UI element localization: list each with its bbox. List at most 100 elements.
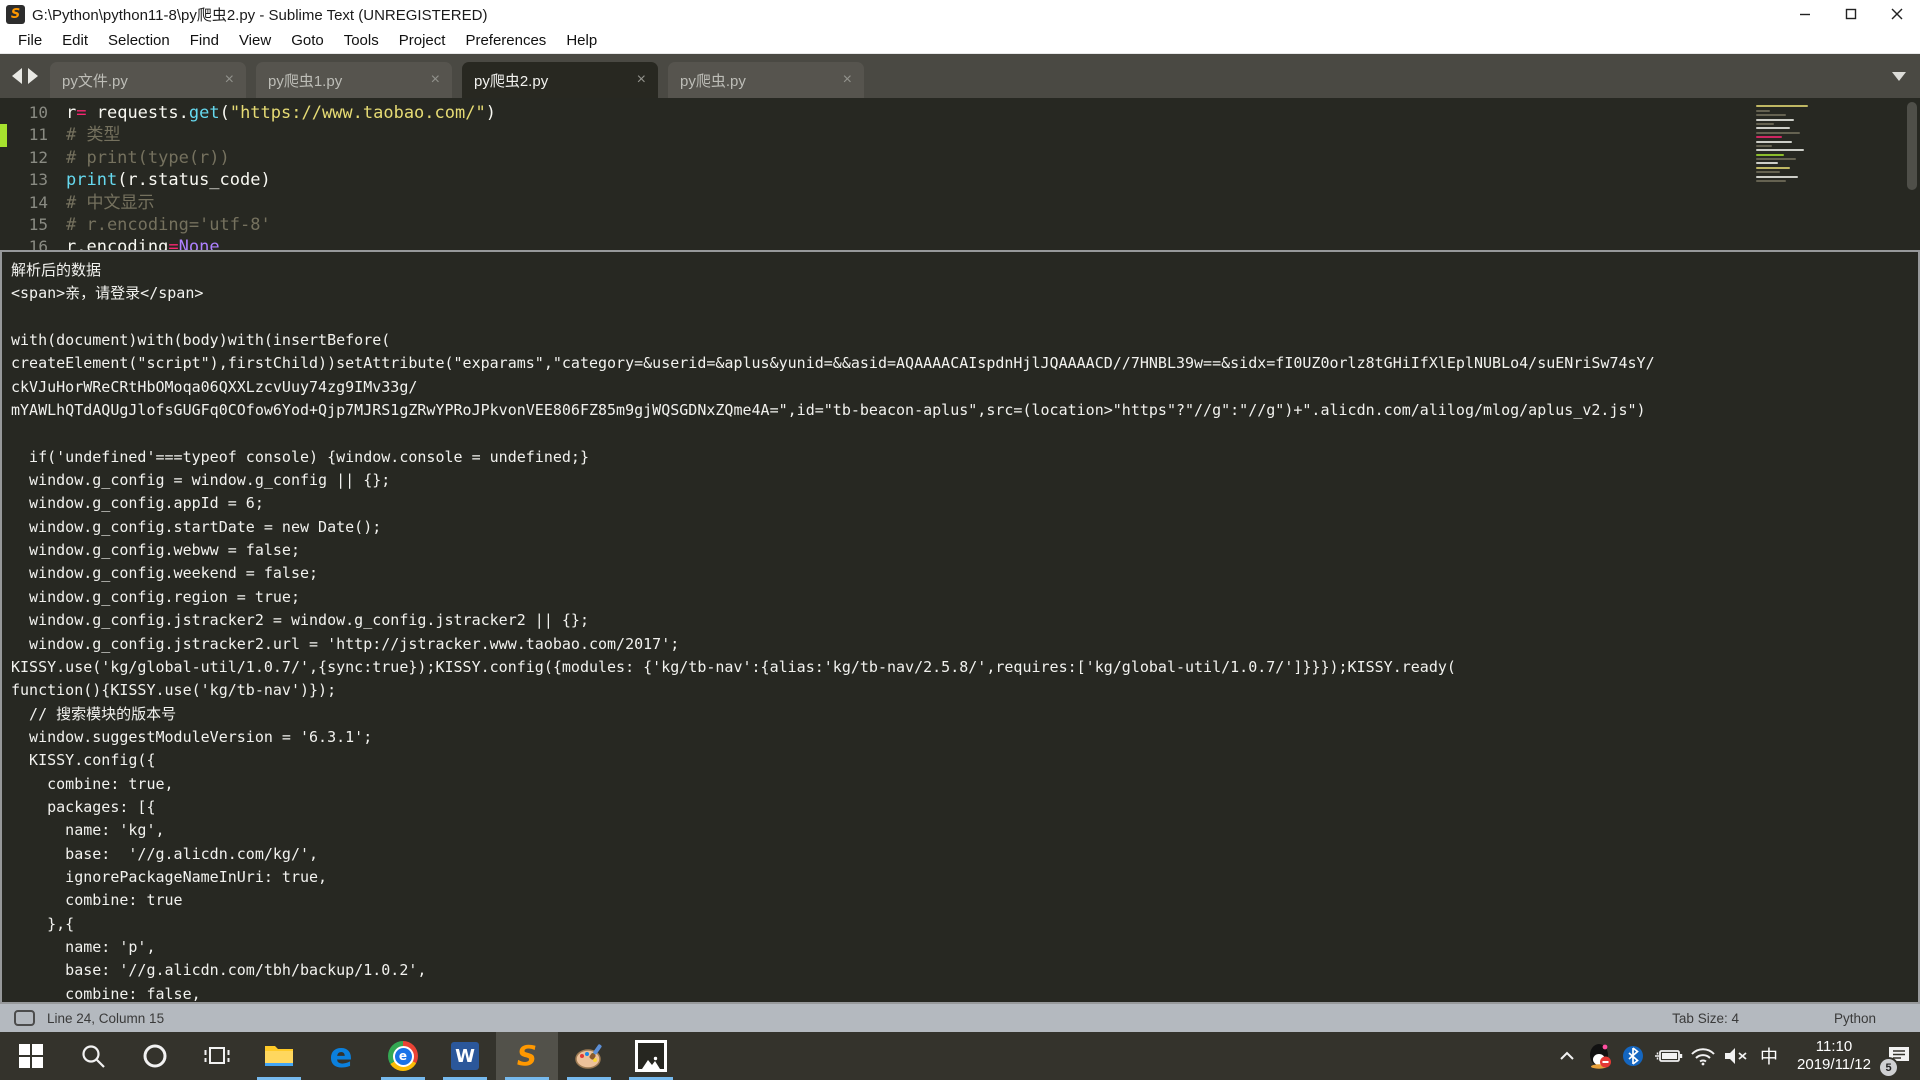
syntax-indicator[interactable]: Python xyxy=(1834,1011,1876,1026)
menu-item-tools[interactable]: Tools xyxy=(334,32,389,49)
code-line-13[interactable]: 13print(r.status_code) xyxy=(0,169,1920,191)
output-line xyxy=(11,306,1918,329)
edge-taskbar-button[interactable]: e xyxy=(310,1032,372,1080)
menu-item-help[interactable]: Help xyxy=(556,32,607,49)
menu-item-goto[interactable]: Goto xyxy=(281,32,334,49)
browser-taskbar-button[interactable]: e xyxy=(372,1032,434,1080)
output-line: ignorePackageNameInUri: true, xyxy=(11,866,1918,889)
output-line: ckVJuHorWReCRtHbOMoqa06QXXLzcvUuy74zg9IM… xyxy=(11,376,1918,399)
output-line: // 搜索模块的版本号 xyxy=(11,703,1918,726)
task-view-taskbar-button[interactable] xyxy=(186,1032,248,1080)
menu-bar: FileEditSelectionFindViewGotoToolsProjec… xyxy=(0,28,1920,54)
menu-item-preferences[interactable]: Preferences xyxy=(455,32,556,49)
tab-close-icon[interactable]: × xyxy=(431,71,440,89)
output-line: 解析后的数据 xyxy=(11,259,1918,282)
prev-tab-icon[interactable] xyxy=(12,68,22,84)
code-line-16[interactable]: 16r.encoding=None xyxy=(0,236,1920,250)
tab-nav-arrows xyxy=(0,68,50,84)
tray-expand-icon[interactable] xyxy=(1554,1036,1580,1076)
file-explorer-taskbar-button[interactable] xyxy=(248,1032,310,1080)
clock-time: 11:10 xyxy=(1816,1038,1852,1056)
menu-item-view[interactable]: View xyxy=(229,32,281,49)
code-line-15[interactable]: 15# r.encoding='utf-8' xyxy=(0,214,1920,236)
paint-icon xyxy=(574,1042,604,1070)
output-line: },{ xyxy=(11,913,1918,936)
start-taskbar-button[interactable] xyxy=(0,1032,62,1080)
minimap[interactable] xyxy=(1756,103,1822,184)
code-line-12[interactable]: 12# print(type(r)) xyxy=(0,147,1920,169)
volume-muted-icon[interactable] xyxy=(1723,1036,1749,1076)
output-line: createElement("script"),firstChild))setA… xyxy=(11,352,1918,375)
menu-item-selection[interactable]: Selection xyxy=(98,32,180,49)
tab-3[interactable]: py爬虫.py× xyxy=(668,62,864,98)
paint-taskbar-button[interactable] xyxy=(558,1032,620,1080)
cortana-taskbar-button[interactable] xyxy=(124,1032,186,1080)
notification-badge: 5 xyxy=(1878,1057,1899,1078)
editor-scrollbar[interactable] xyxy=(1907,102,1917,190)
output-line: with(document)with(body)with(insertBefor… xyxy=(11,329,1918,352)
system-tray: 中 11:10 2019/11/12 5 xyxy=(1554,1036,1920,1076)
action-center-icon[interactable]: 5 xyxy=(1886,1036,1912,1076)
menu-item-find[interactable]: Find xyxy=(180,32,229,49)
word-icon: W xyxy=(451,1042,479,1070)
tab-close-icon[interactable]: × xyxy=(637,71,646,89)
code-editor[interactable]: 10r= requests.get("https://www.taobao.co… xyxy=(0,98,1920,250)
code-text: r= requests.get("https://www.taobao.com/… xyxy=(66,102,496,124)
code-line-11[interactable]: 11# 类型 xyxy=(0,124,1920,146)
tab-0[interactable]: py文件.py × xyxy=(50,62,246,98)
menu-item-file[interactable]: File xyxy=(8,32,52,49)
tab-list-dropdown-icon[interactable] xyxy=(1892,72,1906,81)
code-line-10[interactable]: 10r= requests.get("https://www.taobao.co… xyxy=(0,102,1920,124)
bluetooth-icon[interactable] xyxy=(1620,1036,1646,1076)
wifi-icon[interactable] xyxy=(1690,1036,1716,1076)
output-line: base: '//g.alicdn.com/kg/', xyxy=(11,843,1918,866)
code-text: # 类型 xyxy=(66,124,120,146)
ime-indicator[interactable]: 中 xyxy=(1756,1036,1782,1076)
task-view-icon xyxy=(203,1043,231,1069)
battery-icon[interactable] xyxy=(1653,1036,1683,1076)
output-line: window.g_config.jstracker2 = window.g_co… xyxy=(11,609,1918,632)
line-number: 15 xyxy=(0,214,66,236)
window-controls xyxy=(1782,0,1920,28)
sublime-text-icon: S xyxy=(517,1042,537,1070)
sublime-text-taskbar-button[interactable]: S xyxy=(496,1032,558,1080)
panel-toggle-icon[interactable] xyxy=(14,1010,35,1026)
close-button[interactable] xyxy=(1874,0,1920,28)
tab-1[interactable]: py爬虫1.py× xyxy=(256,62,452,98)
qq-icon[interactable] xyxy=(1587,1036,1613,1076)
output-line: if('undefined'===typeof console) {window… xyxy=(11,446,1918,469)
taskbar: eeWS 中 11:10 2019/11/12 5 xyxy=(0,1032,1920,1080)
cortana-icon xyxy=(141,1042,169,1070)
tab-label: py文件.py xyxy=(62,70,128,91)
tab-bar: py文件.py×py爬虫1.py×py爬虫2.py×py爬虫.py× xyxy=(0,54,1920,98)
tab-close-icon[interactable]: × xyxy=(843,71,852,89)
code-text: # print(type(r)) xyxy=(66,147,230,169)
output-line: base: '//g.alicdn.com/tbh/backup/1.0.2', xyxy=(11,959,1918,982)
tab-size-indicator[interactable]: Tab Size: 4 xyxy=(1672,1011,1739,1026)
tab-2[interactable]: py爬虫2.py× xyxy=(462,62,658,98)
tab-close-icon[interactable]: × xyxy=(225,71,234,89)
build-output-panel[interactable]: 解析后的数据<span>亲，请登录</span>with(document)wi… xyxy=(0,250,1920,1004)
menu-item-project[interactable]: Project xyxy=(389,32,456,49)
word-taskbar-button[interactable]: W xyxy=(434,1032,496,1080)
window-title: G:\Python\python11-8\py爬虫2.py - Sublime … xyxy=(32,4,487,25)
line-number: 14 xyxy=(0,192,66,214)
photos-taskbar-button[interactable] xyxy=(620,1032,682,1080)
search-taskbar-button[interactable] xyxy=(62,1032,124,1080)
minimize-button[interactable] xyxy=(1782,0,1828,28)
code-text: # 中文显示 xyxy=(66,192,154,214)
output-line: KISSY.config({ xyxy=(11,749,1918,772)
output-line: function(){KISSY.use('kg/tb-nav')}); xyxy=(11,679,1918,702)
output-line: window.g_config.appId = 6; xyxy=(11,492,1918,515)
clock[interactable]: 11:10 2019/11/12 xyxy=(1797,1038,1871,1074)
line-number: 16 xyxy=(0,236,66,250)
code-line-14[interactable]: 14# 中文显示 xyxy=(0,192,1920,214)
maximize-button[interactable] xyxy=(1828,0,1874,28)
start-icon xyxy=(18,1043,44,1069)
menu-item-edit[interactable]: Edit xyxy=(52,32,98,49)
code-text: # r.encoding='utf-8' xyxy=(66,214,271,236)
next-tab-icon[interactable] xyxy=(28,68,38,84)
output-line: packages: [{ xyxy=(11,796,1918,819)
output-line: window.g_config.weekend = false; xyxy=(11,562,1918,585)
output-line: mYAWLhQTdAQUgJlofsGUGFq0COfow6Yod+Qjp7MJ… xyxy=(11,399,1918,422)
